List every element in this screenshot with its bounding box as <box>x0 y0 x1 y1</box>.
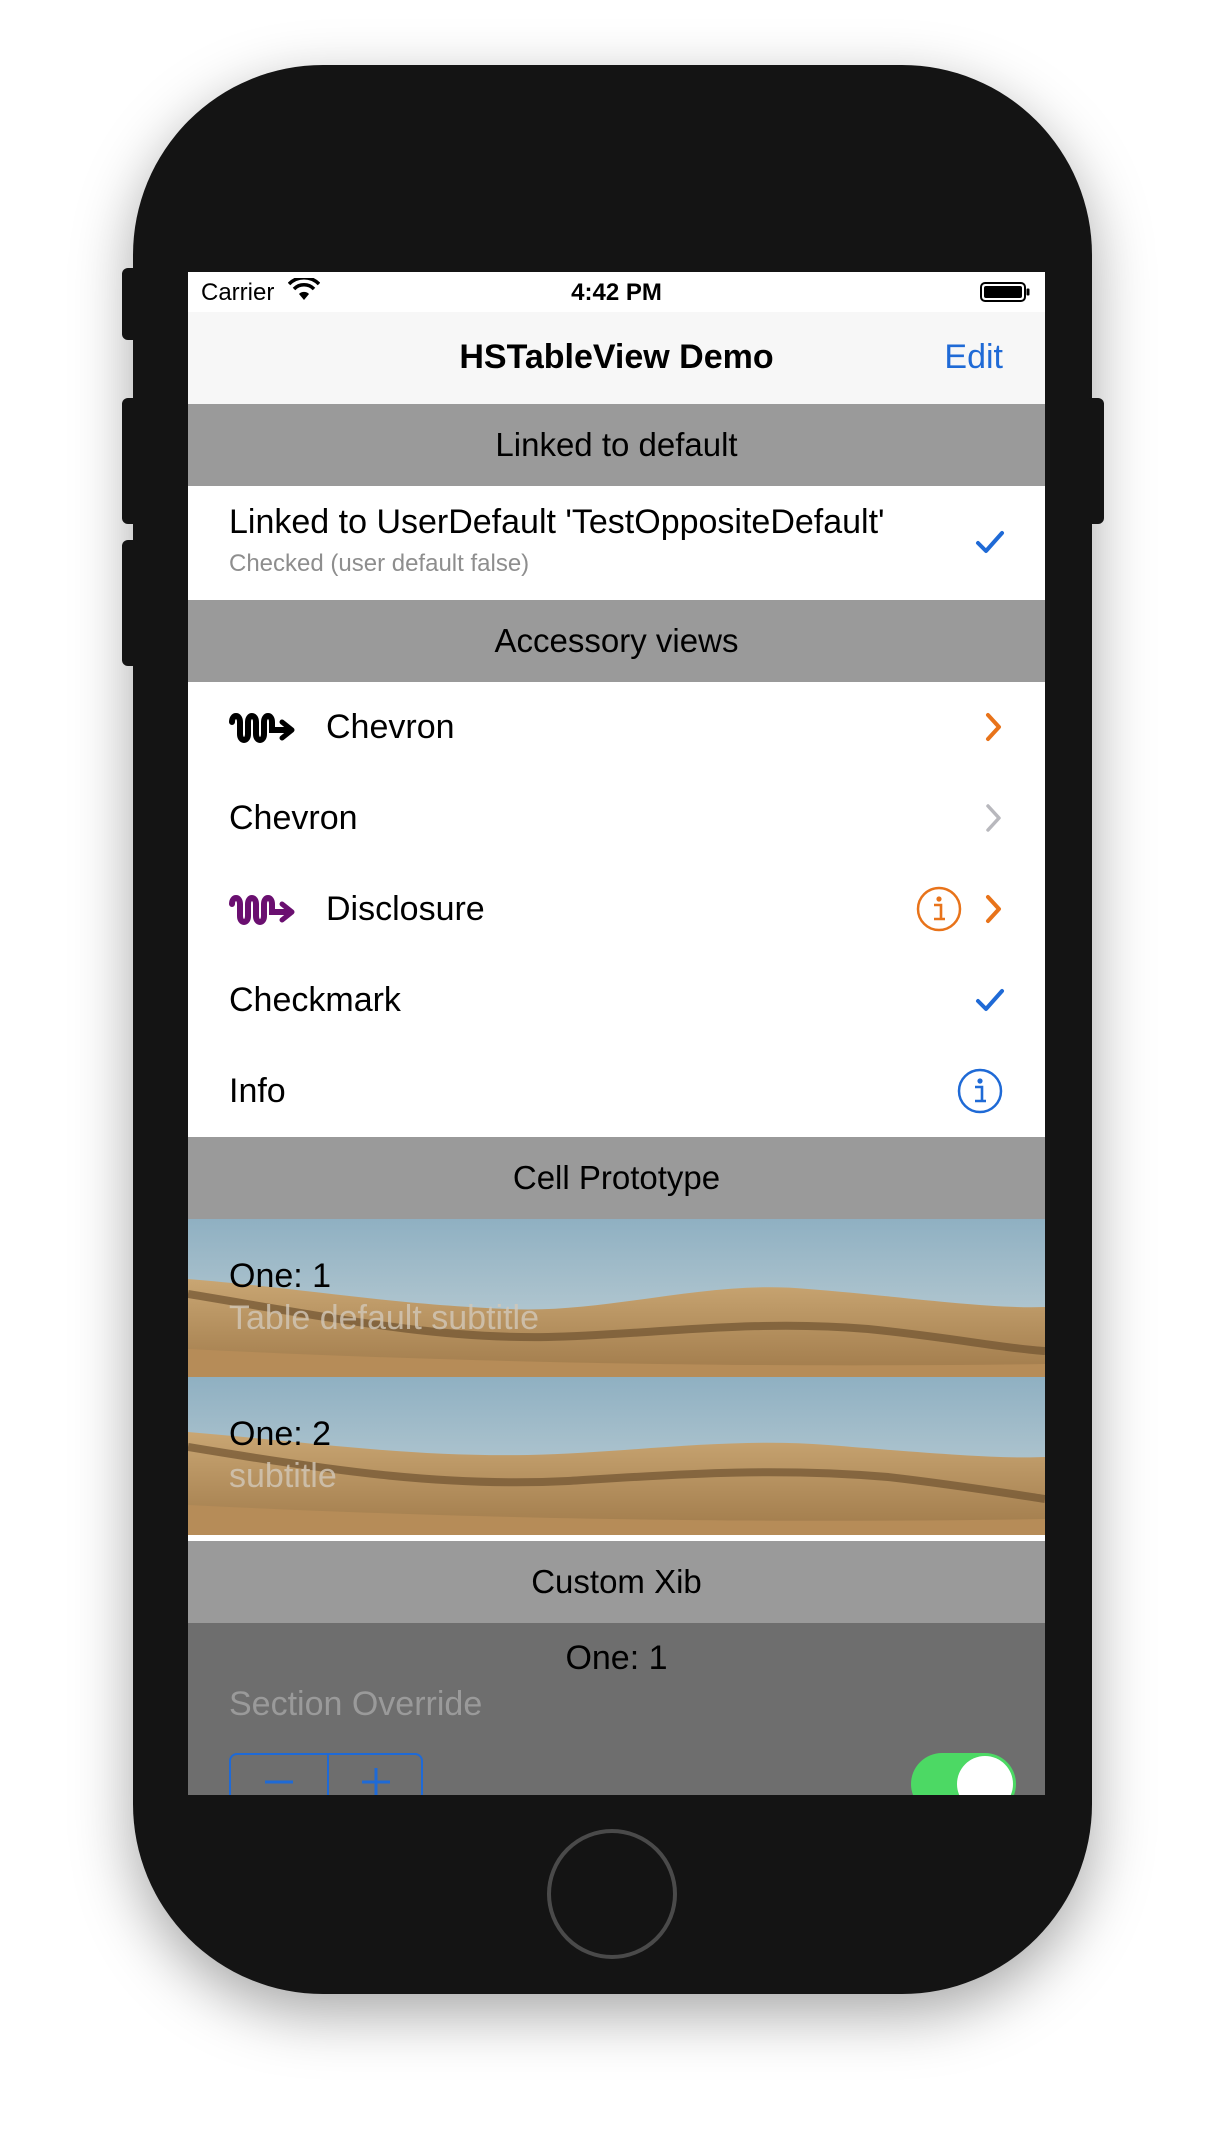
row-subtitle: subtitle <box>229 1457 337 1495</box>
row-label: Checkmark <box>229 981 401 1019</box>
row-label: Chevron <box>326 708 455 746</box>
toggle-knob <box>957 1756 1013 1795</box>
row-label: Chevron <box>229 799 358 837</box>
nav-title: HSTableView Demo <box>459 338 774 376</box>
volume-down-button <box>122 540 140 666</box>
prototype-row-2[interactable]: One: 2 subtitle <box>188 1377 1045 1535</box>
row-title: One: 1 <box>565 1639 668 1677</box>
edit-button[interactable]: Edit <box>944 338 1003 377</box>
checkmark-icon <box>976 989 1004 1011</box>
chevron-right-icon <box>986 895 1001 923</box>
plus-icon <box>362 1768 390 1795</box>
info-icon[interactable] <box>915 885 963 933</box>
home-button[interactable] <box>547 1829 677 1959</box>
volume-up-button <box>122 398 140 524</box>
toggle-switch[interactable] <box>911 1753 1016 1795</box>
accessory-row-disclosure[interactable]: Disclosure <box>188 864 1045 955</box>
status-time: 4:42 PM <box>571 279 662 306</box>
row-title: One: 1 <box>229 1257 332 1295</box>
prototype-row-1[interactable]: One: 1 Table default subtitle <box>188 1219 1045 1377</box>
section-header-xib: Custom Xib <box>188 1541 1045 1623</box>
row-subtitle: Checked (user default false) <box>229 550 530 577</box>
stepper[interactable] <box>229 1753 423 1795</box>
battery-icon <box>980 282 1030 302</box>
stepper-decrement-button[interactable] <box>231 1755 327 1795</box>
checkmark-icon <box>976 531 1004 553</box>
chevron-right-icon <box>986 713 1001 741</box>
accessory-row-chevron[interactable]: Chevron <box>188 773 1045 864</box>
row-label: Info <box>229 1072 286 1110</box>
section-header-linked: Linked to default <box>188 404 1045 486</box>
wave-arrow-icon <box>229 713 295 743</box>
row-label: Disclosure <box>326 890 485 928</box>
accessory-row-info[interactable]: Info <box>188 1046 1045 1137</box>
accessory-row-chevron-icon[interactable]: Chevron <box>188 682 1045 773</box>
stepper-increment-button[interactable] <box>329 1755 423 1795</box>
row-subtitle: Section Override <box>229 1685 483 1723</box>
silent-switch <box>122 268 140 340</box>
screen: Carrier 4:42 PM HSTableView Demo Edit Li… <box>188 272 1045 1795</box>
linked-default-row[interactable]: Linked to UserDefault 'TestOppositeDefau… <box>188 486 1045 600</box>
minus-icon <box>265 1780 293 1784</box>
accessory-row-checkmark[interactable]: Checkmark <box>188 955 1045 1046</box>
desert-background-image <box>188 1219 1045 1377</box>
section-header-accessory: Accessory views <box>188 600 1045 682</box>
wave-arrow-icon <box>229 895 295 925</box>
desert-background-image <box>188 1377 1045 1535</box>
navigation-bar: HSTableView Demo Edit <box>188 312 1045 404</box>
chevron-right-icon <box>986 804 1001 832</box>
row-title: One: 2 <box>229 1415 332 1453</box>
section-header-prototype: Cell Prototype <box>188 1137 1045 1219</box>
power-button <box>1086 398 1104 524</box>
status-bar: Carrier 4:42 PM <box>188 272 1045 312</box>
custom-xib-row: One: 1 Section Override <box>188 1623 1045 1795</box>
row-subtitle: Table default subtitle <box>229 1299 539 1337</box>
row-title: Linked to UserDefault 'TestOppositeDefau… <box>229 503 885 541</box>
info-icon[interactable] <box>956 1067 1004 1115</box>
